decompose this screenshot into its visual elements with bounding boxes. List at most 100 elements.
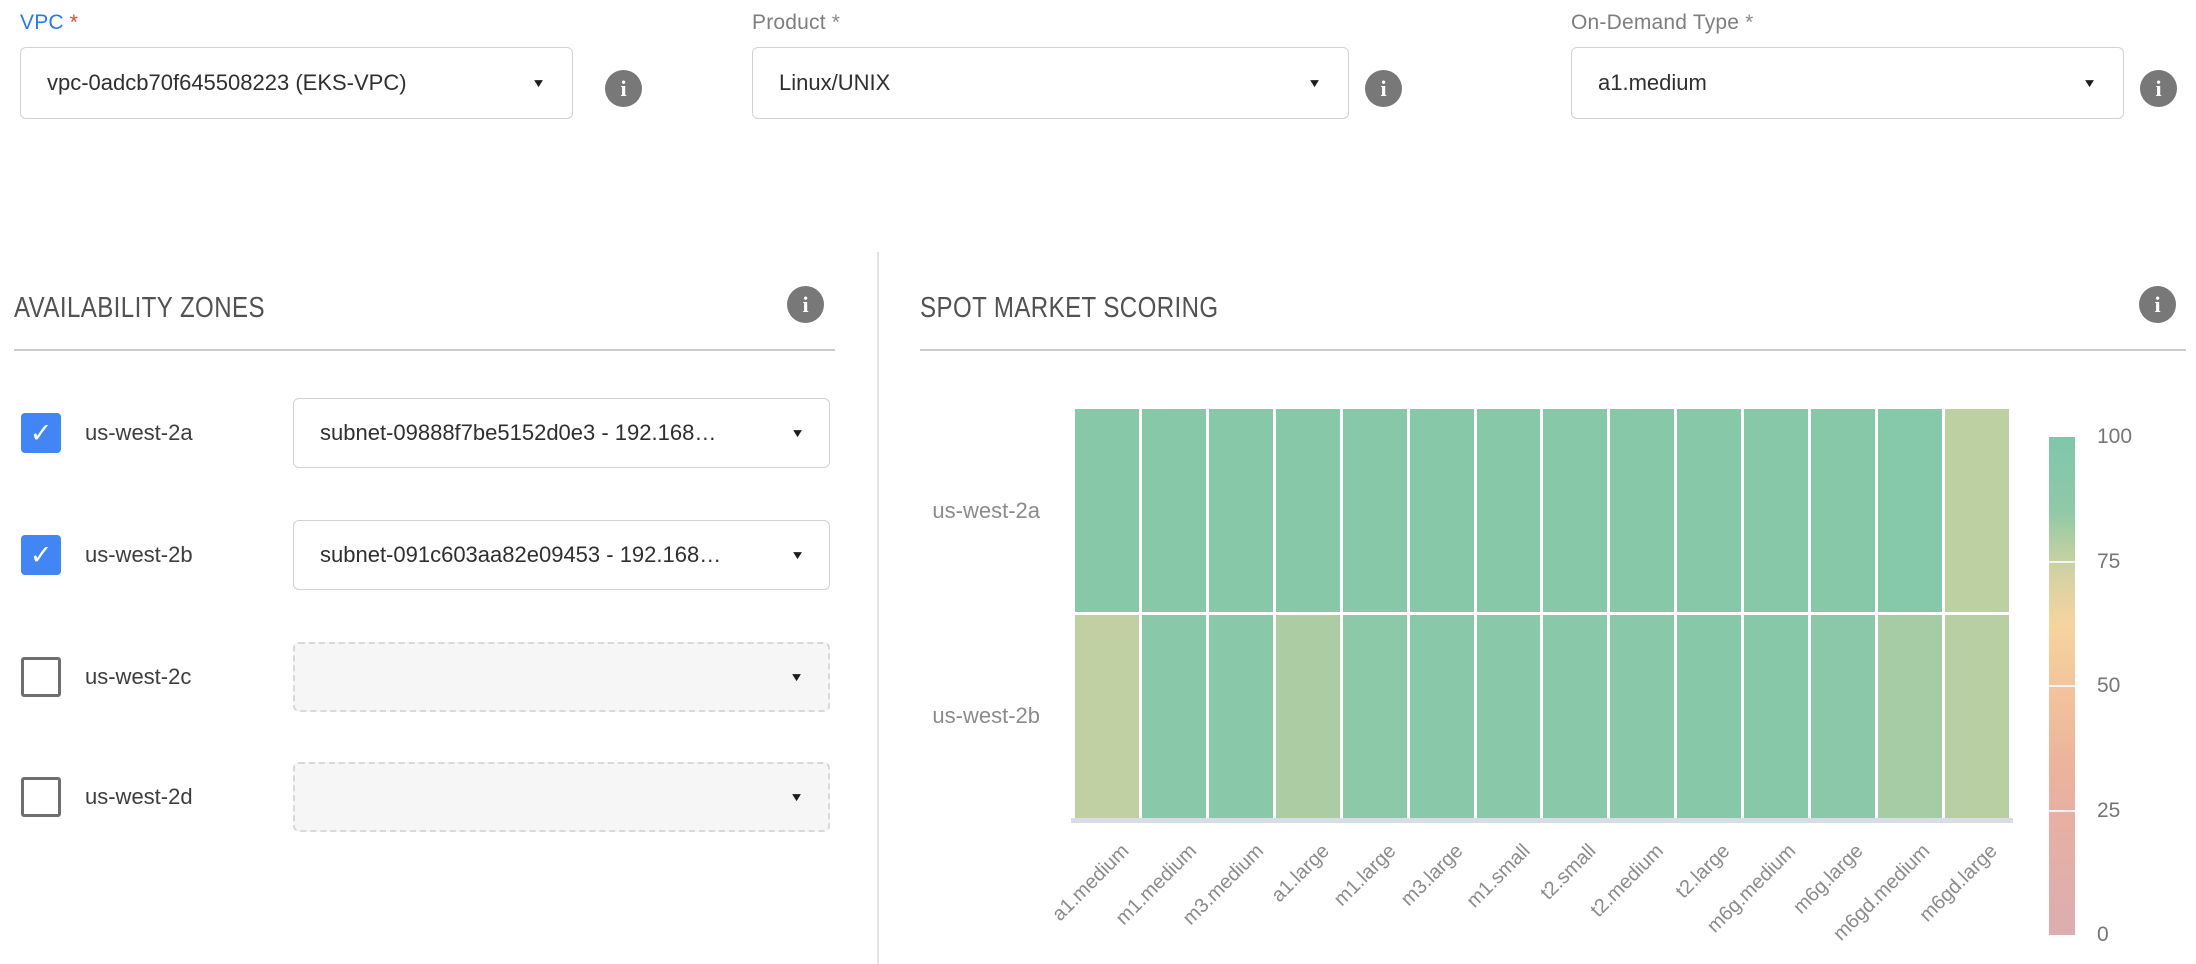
check-icon: ✓: [30, 542, 53, 569]
heatmap-cell-us-west-2b-m6gd.medium[interactable]: [1878, 615, 1942, 818]
heatmap-cell-us-west-2b-t2.medium[interactable]: [1610, 615, 1674, 818]
legend-separator: [2049, 685, 2075, 687]
heatmap-col-label-m1.small: m1.small: [1462, 840, 1535, 913]
heatmap-cell-us-west-2b-a1.large[interactable]: [1276, 615, 1340, 818]
legend-separator: [2049, 810, 2075, 812]
info-glyph: i: [1380, 76, 1386, 102]
spot-market-scoring-info-icon[interactable]: i: [2139, 286, 2176, 323]
info-glyph: i: [620, 76, 626, 102]
heatmap-cell-us-west-2a-a1.large[interactable]: [1276, 409, 1340, 612]
required-asterisk: *: [1745, 11, 1753, 34]
caret-down-icon: ▼: [789, 790, 804, 804]
heatmap-cell-us-west-2a-m1.medium[interactable]: [1142, 409, 1206, 612]
heatmap-cell-us-west-2b-t2.large[interactable]: [1677, 615, 1741, 818]
legend-tick-0: 0: [2097, 922, 2109, 948]
az-zone-label: us-west-2b: [85, 535, 193, 575]
heatmap-cell-us-west-2b-m1.large[interactable]: [1343, 615, 1407, 818]
heatmap-cell-us-west-2a-m3.large[interactable]: [1410, 409, 1474, 612]
caret-down-icon: ▼: [789, 670, 804, 684]
caret-down-icon: ▼: [531, 76, 546, 90]
vpc-info-icon[interactable]: i: [605, 70, 642, 107]
az-row-us-west-2b: ✓ us-west-2b subnet-091c603aa82e09453 - 19…: [0, 520, 878, 590]
heatmap-col-label-m3.large: m3.large: [1397, 840, 1468, 911]
heatmap-cell-us-west-2b-a1.medium[interactable]: [1075, 615, 1139, 818]
spot-market-scoring-title: SPOT MARKET SCORING: [920, 292, 1280, 325]
az-row-us-west-2d: us-west-2d▼: [0, 762, 878, 832]
subnet-select-value: subnet-091c603aa82e09453 - 192.168…: [320, 542, 774, 568]
spot-market-scoring-divider: [920, 349, 2186, 351]
legend-tick-50: 50: [2097, 673, 2120, 699]
info-glyph: i: [2154, 292, 2160, 318]
heatmap-cell-us-west-2b-m1.small[interactable]: [1477, 615, 1541, 818]
on-demand-type-select-value: a1.medium: [1598, 70, 2066, 96]
heatmap-cell-us-west-2b-t2.small[interactable]: [1543, 615, 1607, 818]
required-asterisk: *: [832, 11, 840, 34]
required-asterisk: *: [70, 11, 78, 34]
heatmap-cell-us-west-2a-a1.medium[interactable]: [1075, 409, 1139, 612]
heatmap-cell-us-west-2b-m6g.medium[interactable]: [1744, 615, 1808, 818]
vpc-select[interactable]: vpc-0adcb70f645508223 (EKS-VPC) ▼: [20, 47, 573, 119]
availability-zones-info-icon[interactable]: i: [787, 286, 824, 323]
az-zone-label: us-west-2c: [85, 657, 191, 697]
heatmap-row-label-us-west-2a: us-west-2a: [860, 496, 1040, 526]
availability-zones-title: AVAILABILITY ZONES: [14, 292, 316, 325]
on-demand-type-select[interactable]: a1.medium ▼: [1571, 47, 2124, 119]
product-select[interactable]: Linux/UNIX ▼: [752, 47, 1349, 119]
heatmap-col-label-t2.small: t2.small: [1536, 840, 1601, 905]
legend-tick-25: 25: [2097, 798, 2120, 824]
heatmap-cell-us-west-2b-m1.medium[interactable]: [1142, 615, 1206, 818]
subnet-select-value: subnet-09888f7be5152d0e3 - 192.168…: [320, 420, 774, 446]
caret-down-icon: ▼: [1307, 76, 1322, 90]
on-demand-type-label-text: On-Demand Type: [1571, 11, 1739, 34]
caret-down-icon: ▼: [790, 548, 805, 562]
on-demand-type-label: On-Demand Type *: [1571, 11, 2124, 35]
az-checkbox-us-west-2d[interactable]: [21, 777, 61, 817]
subnet-select-us-west-2a[interactable]: subnet-09888f7be5152d0e3 - 192.168… ▼: [293, 398, 830, 468]
heatmap-cell-us-west-2a-t2.small[interactable]: [1543, 409, 1607, 612]
heatmap-x-axis-line: [1071, 818, 2013, 823]
az-checkbox-us-west-2a[interactable]: ✓: [21, 413, 61, 453]
vpc-field-group: VPC* vpc-0adcb70f645508223 (EKS-VPC) ▼: [20, 11, 573, 119]
spot-configuration-page: VPC* vpc-0adcb70f645508223 (EKS-VPC) ▼ i…: [0, 0, 2196, 964]
info-glyph: i: [802, 292, 808, 318]
vpc-select-value: vpc-0adcb70f645508223 (EKS-VPC): [47, 70, 515, 96]
az-zone-label: us-west-2a: [85, 413, 193, 453]
heatmap-cell-us-west-2b-m3.large[interactable]: [1410, 615, 1474, 818]
product-label: Product *: [752, 11, 1349, 35]
heatmap-cell-us-west-2b-m6gd.large[interactable]: [1945, 615, 2009, 818]
heatmap-col-label-a1.large: a1.large: [1267, 840, 1334, 907]
spot-score-heatmap: [1075, 409, 2009, 818]
heatmap-cell-us-west-2a-m6g.large[interactable]: [1811, 409, 1875, 612]
heatmap-cell-us-west-2a-t2.large[interactable]: [1677, 409, 1741, 612]
heatmap-cell-us-west-2a-m1.small[interactable]: [1477, 409, 1541, 612]
subnet-select-us-west-2d[interactable]: ▼: [293, 762, 830, 832]
heatmap-cell-us-west-2a-m1.large[interactable]: [1343, 409, 1407, 612]
heatmap-cell-us-west-2b-m3.medium[interactable]: [1209, 615, 1273, 818]
heatmap-cell-us-west-2a-t2.medium[interactable]: [1610, 409, 1674, 612]
az-checkbox-us-west-2c[interactable]: [21, 657, 61, 697]
heatmap-col-label-t2.large: t2.large: [1672, 840, 1735, 903]
section-vertical-divider: [877, 252, 879, 964]
heatmap-cell-us-west-2a-m6g.medium[interactable]: [1744, 409, 1808, 612]
az-checkbox-us-west-2b[interactable]: ✓: [21, 535, 61, 575]
legend-tick-75: 75: [2097, 549, 2120, 575]
caret-down-icon: ▼: [790, 426, 805, 440]
subnet-select-us-west-2b[interactable]: subnet-091c603aa82e09453 - 192.168… ▼: [293, 520, 830, 590]
product-label-text: Product: [752, 11, 826, 34]
product-info-icon[interactable]: i: [1365, 70, 1402, 107]
on-demand-type-info-icon[interactable]: i: [2140, 70, 2177, 107]
heatmap-cell-us-west-2a-m3.medium[interactable]: [1209, 409, 1273, 612]
heatmap-col-label-t2.medium: t2.medium: [1586, 840, 1668, 922]
az-row-us-west-2a: ✓ us-west-2a subnet-09888f7be5152d0e3 - 19…: [0, 398, 878, 468]
availability-zones-divider: [14, 349, 835, 351]
check-icon: ✓: [30, 420, 53, 447]
on-demand-type-field-group: On-Demand Type * a1.medium ▼: [1571, 11, 2124, 119]
heatmap-cell-us-west-2a-m6gd.medium[interactable]: [1878, 409, 1942, 612]
vpc-label: VPC*: [20, 11, 573, 35]
subnet-select-us-west-2c[interactable]: ▼: [293, 642, 830, 712]
heatmap-cell-us-west-2b-m6g.large[interactable]: [1811, 615, 1875, 818]
heatmap-cell-us-west-2a-m6gd.large[interactable]: [1945, 409, 2009, 612]
heatmap-color-legend: [2049, 437, 2075, 935]
spot-market-scoring-title-text: SPOT MARKET SCORING: [920, 292, 1219, 325]
caret-down-icon: ▼: [2082, 76, 2097, 90]
